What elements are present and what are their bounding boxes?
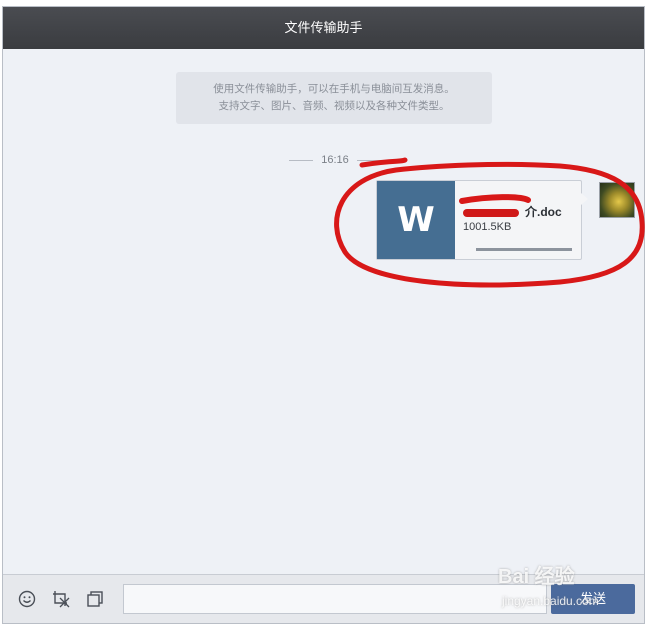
transfer-progress-fill [476, 248, 572, 251]
file-icon-letter: W [397, 200, 435, 240]
file-message-bubble[interactable]: W 介.doc 1001.5KB [376, 180, 588, 260]
title-bar: 文件传输助手 [3, 7, 644, 49]
screenshot-icon-glyph [53, 591, 70, 608]
window-title: 文件传输助手 [284, 20, 363, 35]
hint-line-1: 使用文件传输助手，可以在手机与电脑间互发消息。 [213, 83, 455, 95]
file-name[interactable]: 介.doc [463, 203, 562, 220]
divider-line-right [356, 159, 381, 161]
window-icon[interactable] [85, 589, 105, 609]
message-input[interactable] [123, 584, 547, 614]
window-icon-glyph [87, 591, 103, 607]
transfer-progress-bar [476, 248, 572, 251]
redaction-mark [463, 208, 519, 217]
helper-hint: 使用文件传输助手，可以在手机与电脑间互发消息。 支持文字、图片、音频、视频以及各… [176, 72, 492, 124]
screenshot-icon[interactable] [51, 589, 71, 609]
chat-window: 文件传输助手 使用文件传输助手，可以在手机与电脑间互发消息。 支持文字、图片、音… [2, 6, 645, 624]
file-size: 1001.5KB [463, 221, 512, 233]
message-time: 16:16 [321, 154, 349, 166]
bubble-tail [581, 193, 588, 205]
input-toolbar: 发送 [3, 574, 644, 623]
hint-line-2: 支持文字、图片、音频、视频以及各种文件类型。 [218, 100, 450, 112]
file-name-text: 介.doc [525, 205, 562, 219]
send-button[interactable]: 发送 [551, 584, 635, 614]
timestamp-divider: 16:16 [285, 152, 385, 168]
divider-line-left [289, 159, 314, 161]
avatar[interactable] [599, 182, 635, 218]
word-file-icon: W [377, 181, 455, 259]
emoji-icon-glyph [18, 590, 36, 608]
emoji-icon[interactable] [17, 589, 37, 609]
